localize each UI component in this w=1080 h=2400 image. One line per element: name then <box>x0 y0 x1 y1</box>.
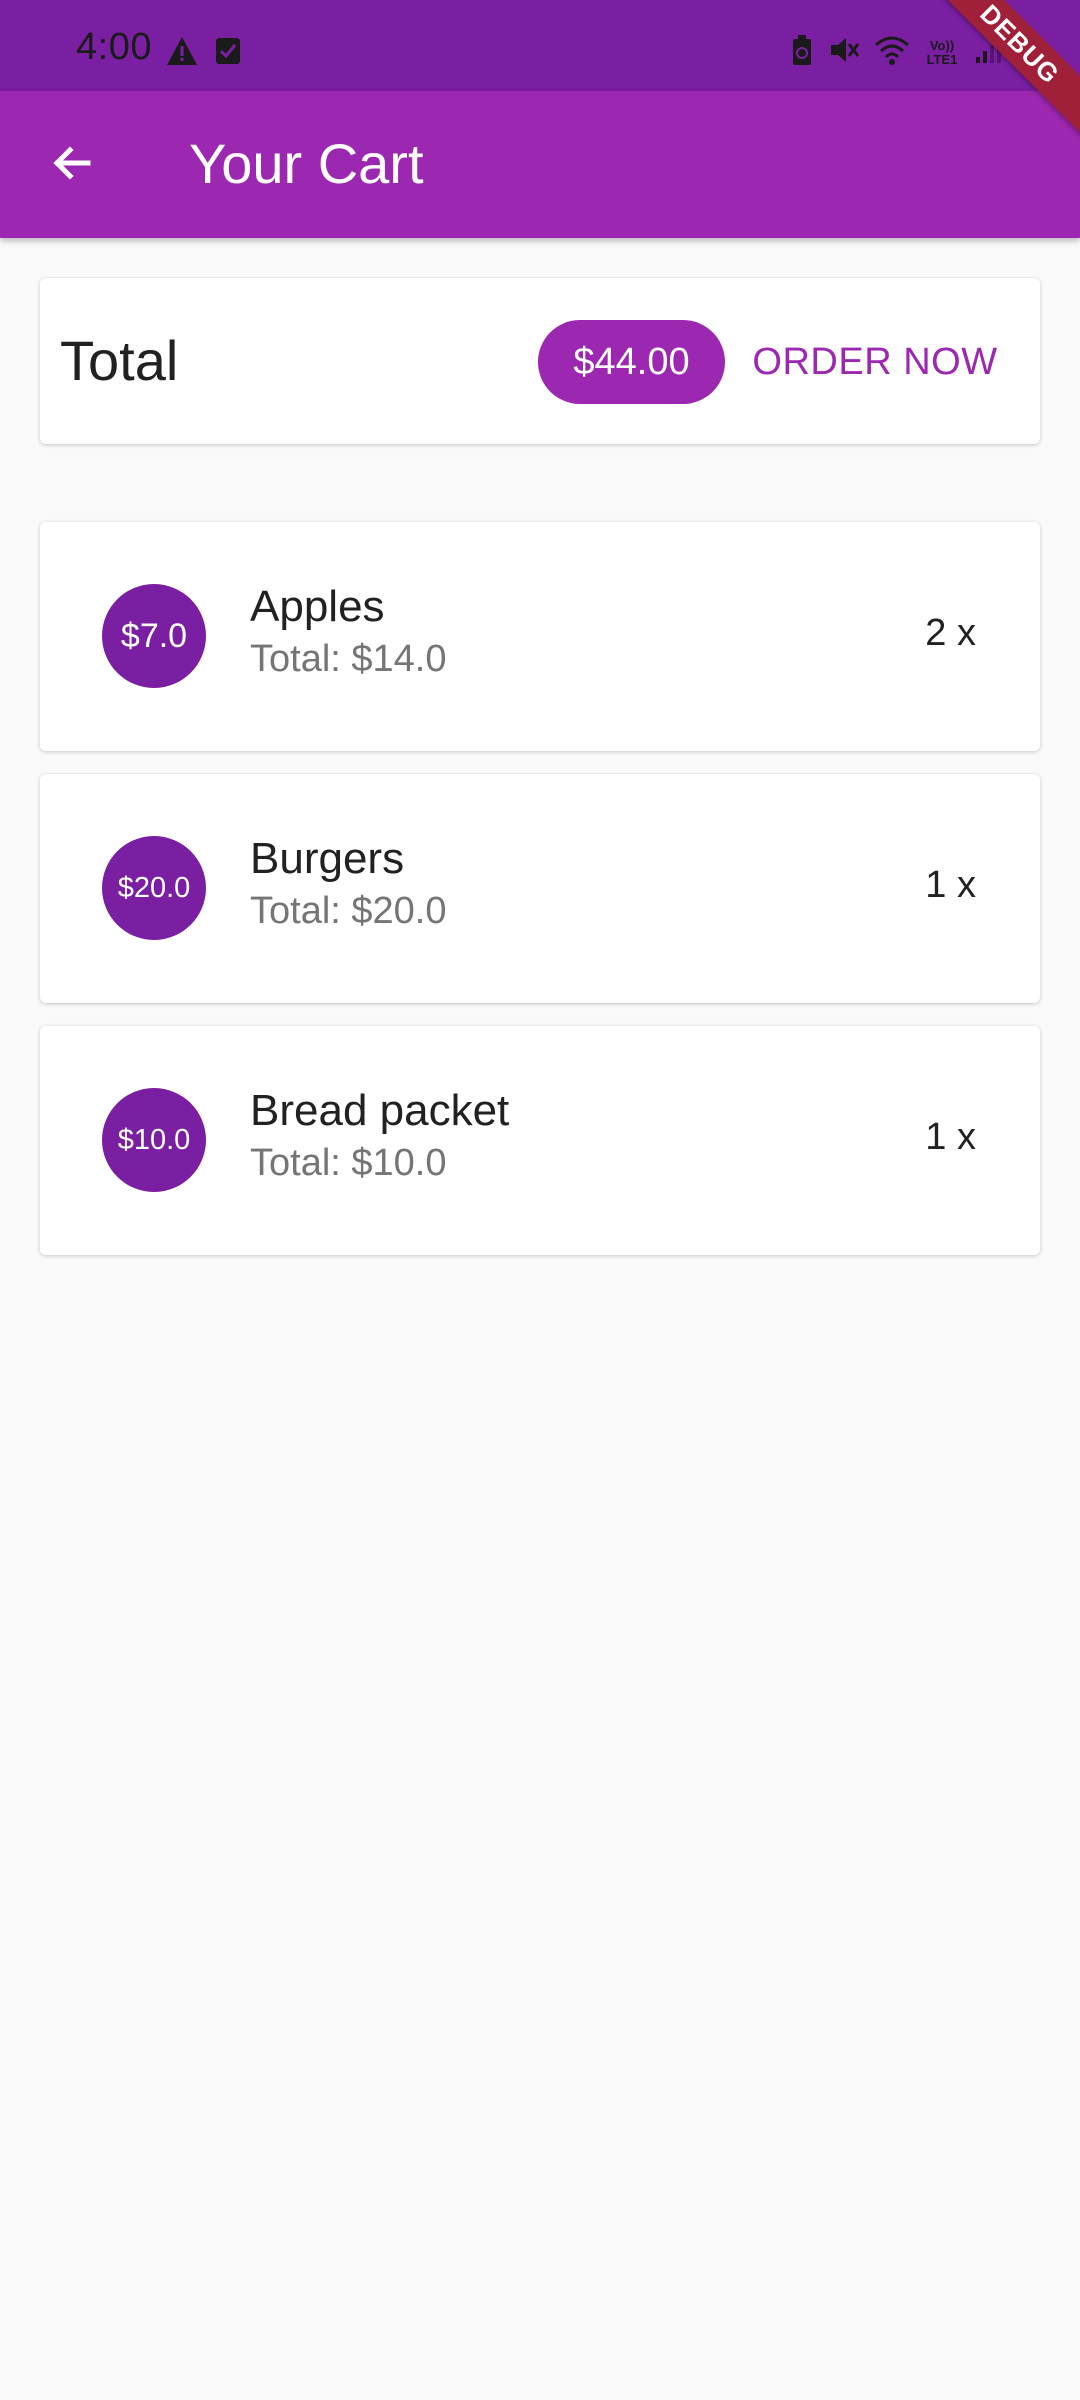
volte-icon: Vo)) LTE1 <box>926 37 958 67</box>
battery-saver-icon <box>790 34 814 71</box>
arrow-back-icon <box>48 139 96 192</box>
item-price-avatar: $20.0 <box>102 836 206 940</box>
item-subtotal: Total: $14.0 <box>250 638 447 680</box>
item-name: Burgers <box>250 834 405 883</box>
back-button[interactable] <box>40 133 104 197</box>
checkbox-icon <box>214 36 242 71</box>
status-time: 4:00 <box>76 26 152 68</box>
item-quantity: 1 x <box>925 864 976 906</box>
app-bar: Your Cart <box>0 91 1080 238</box>
item-subtotal: Total: $10.0 <box>250 1142 447 1184</box>
cart-item: $20.0 Burgers Total: $20.0 1 x <box>40 774 1040 1003</box>
mute-icon <box>828 34 860 71</box>
order-now-button[interactable]: ORDER NOW <box>740 320 1010 404</box>
cart-item: $7.0 Apples Total: $14.0 2 x <box>40 522 1040 751</box>
status-left-icons <box>166 36 242 71</box>
total-amount-chip: $44.00 <box>538 320 725 404</box>
total-label: Total <box>60 329 179 392</box>
wifi-icon <box>874 35 910 70</box>
page-title: Your Cart <box>189 132 424 195</box>
warning-icon <box>166 36 198 71</box>
item-subtotal: Total: $20.0 <box>250 890 447 932</box>
total-card: Total $44.00 ORDER NOW <box>40 278 1040 444</box>
item-name: Apples <box>250 582 385 631</box>
item-price-avatar: $10.0 <box>102 1088 206 1192</box>
item-price-avatar: $7.0 <box>102 584 206 688</box>
cart-item: $10.0 Bread packet Total: $10.0 1 x <box>40 1026 1040 1255</box>
item-name: Bread packet <box>250 1086 510 1135</box>
item-quantity: 2 x <box>925 612 976 654</box>
status-bar: 4:00 Vo)) LTE1 <box>0 0 1080 91</box>
item-quantity: 1 x <box>925 1116 976 1158</box>
